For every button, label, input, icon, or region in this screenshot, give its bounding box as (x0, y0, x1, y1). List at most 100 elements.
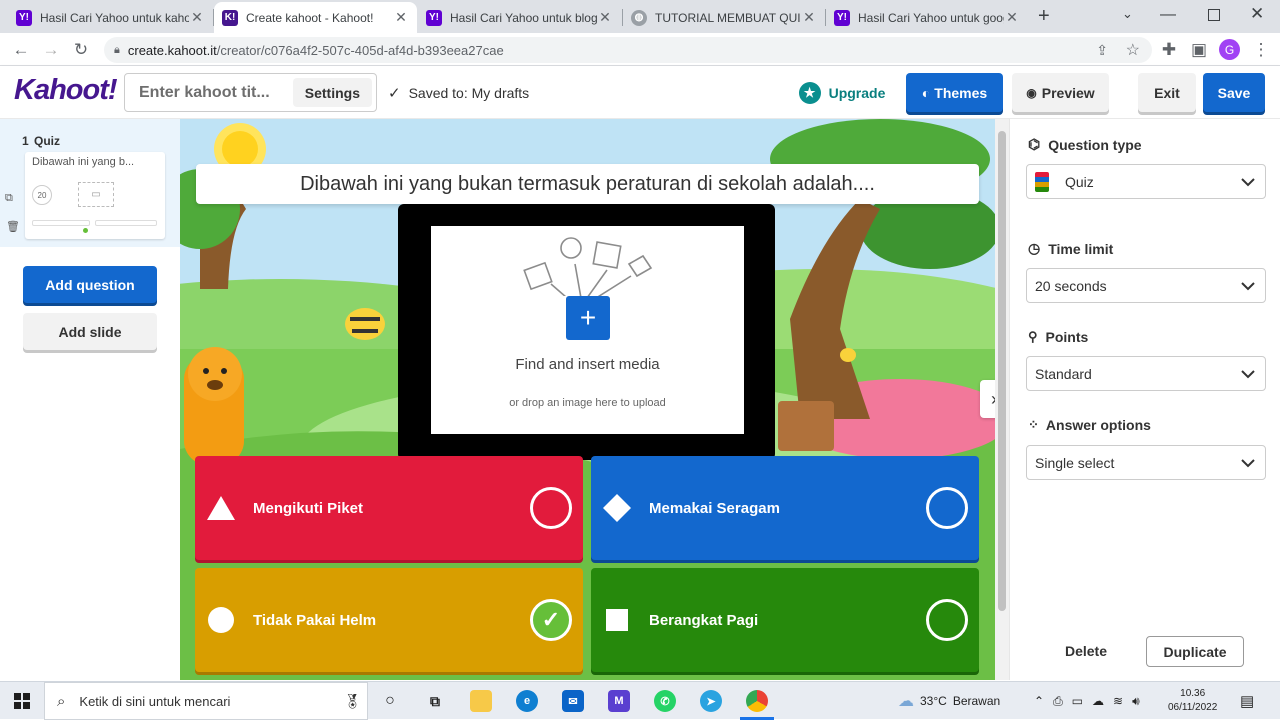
question-type-select[interactable]: Quiz (1026, 164, 1266, 199)
canvas-scrollbar[interactable] (995, 119, 1009, 680)
slide-preview-text: Dibawah ini yang b... (32, 156, 135, 168)
share-icon[interactable]: ⇪ (1096, 42, 1108, 59)
answer-option-3[interactable]: Tidak Pakai Helm ✓ (195, 568, 583, 672)
tab-title: Hasil Cari Yahoo untuk blog c (450, 10, 597, 25)
insert-media-plus-button[interactable]: + (566, 296, 610, 340)
answer-option-2[interactable]: Memakai Seragam (591, 456, 979, 560)
time-limit-label: Time limit (1048, 240, 1114, 257)
answer-option-1[interactable]: Mengikuti Piket (195, 456, 583, 560)
browser-tab-4[interactable]: ◍ TUTORIAL MEMBUAT QUIS C ✕ (623, 2, 825, 33)
square-icon (603, 606, 631, 634)
time-limit-value: 20 seconds (1035, 277, 1107, 294)
address-bar[interactable]: 🔒︎ create.kahoot.it/creator/c076a4f2-507… (104, 37, 1152, 63)
edge-icon[interactable]: e (516, 690, 538, 712)
browser-tab-1[interactable]: Y! Hasil Cari Yahoo untuk kahoot ✕ (8, 2, 213, 33)
close-tab-icon[interactable]: ✕ (801, 9, 817, 26)
cloud-sync-icon[interactable]: ☁ (1092, 694, 1104, 708)
volume-icon[interactable]: 🔊︎ (1132, 694, 1140, 709)
answer-text[interactable]: Berangkat Pagi (649, 612, 926, 629)
media-drop-zone[interactable]: + Find and insert media or drop an image… (431, 226, 744, 434)
tab-search-chevron-icon[interactable]: ⌄ (1122, 6, 1133, 22)
windows-taskbar: ⌕ Ketik di sini untuk mencari 🏅︎ ○ ⧉ e ✉… (0, 681, 1280, 720)
close-tab-icon[interactable]: ✕ (393, 9, 409, 26)
close-tab-icon[interactable]: ✕ (597, 9, 613, 26)
correct-toggle-checked[interactable]: ✓ (530, 599, 572, 641)
task-view-icon[interactable]: ⧉ (424, 690, 446, 712)
profile-avatar[interactable]: G (1219, 39, 1240, 60)
answer-text[interactable]: Tidak Pakai Helm (253, 612, 530, 629)
taskbar-search-box[interactable]: ⌕ Ketik di sini untuk mencari 🏅︎ (44, 682, 368, 720)
wifi-icon[interactable]: ≋ (1113, 694, 1123, 708)
file-explorer-icon[interactable] (470, 690, 492, 712)
kahoot-logo[interactable]: Kahoot! (14, 74, 118, 107)
battery-icon[interactable]: ▭ (1072, 694, 1083, 708)
correct-toggle[interactable] (926, 487, 968, 529)
correct-toggle[interactable] (926, 599, 968, 641)
close-tab-icon[interactable]: ✕ (1004, 9, 1020, 26)
extensions-puzzle-icon[interactable]: ✚ (1158, 39, 1180, 61)
restore-window-icon[interactable] (1208, 9, 1220, 21)
app-icon[interactable]: M (608, 690, 630, 712)
question-text-box[interactable]: Dibawah ini yang bukan termasuk peratura… (196, 164, 979, 204)
question-type-icon: ⌬ (1028, 136, 1041, 152)
answer-option-4[interactable]: Berangkat Pagi (591, 568, 979, 672)
side-panel-icon[interactable]: ▣ (1188, 39, 1210, 61)
preview-button[interactable]: ◉ Preview (1012, 73, 1109, 112)
whatsapp-icon[interactable]: ✆ (654, 690, 676, 712)
mail-icon[interactable]: ✉ (562, 690, 584, 712)
notifications-icon[interactable]: ▤ (1240, 682, 1254, 720)
windows-start-icon[interactable] (14, 693, 30, 709)
duplicate-slide-icon[interactable]: ⧉ (5, 192, 13, 205)
kahoot-title-input[interactable] (139, 83, 299, 102)
browser-tab-2[interactable]: K! Create kahoot - Kahoot! ✕ (214, 2, 417, 33)
minimize-window-icon[interactable]: — (1160, 6, 1176, 24)
cortana-icon[interactable]: ○ (379, 690, 401, 712)
checkmark-icon: ✓ (541, 607, 561, 632)
yahoo-icon: Y! (16, 9, 32, 26)
taskbar-search-placeholder: Ketik di sini untuk mencari (79, 693, 231, 709)
bookmark-star-icon[interactable]: ☆ (1126, 40, 1140, 60)
chrome-menu-icon[interactable]: ⋮ (1250, 39, 1272, 61)
close-tab-icon[interactable]: ✕ (189, 9, 205, 26)
reload-icon[interactable]: ↻ (70, 39, 92, 61)
add-slide-button[interactable]: Add slide (23, 313, 157, 350)
themes-button[interactable]: ◐ Themes (906, 73, 1003, 112)
correct-toggle[interactable] (530, 487, 572, 529)
palette-icon: ◐ (921, 84, 931, 101)
preview-label: Preview (1041, 84, 1095, 101)
answer-text[interactable]: Memakai Seragam (649, 500, 926, 517)
tab-title: Hasil Cari Yahoo untuk kahoot (40, 10, 189, 25)
answer-options-select[interactable]: Single select (1026, 445, 1266, 480)
back-arrow-icon[interactable]: ← (10, 39, 32, 61)
chrome-icon[interactable] (746, 690, 768, 712)
upgrade-button[interactable]: ★ Upgrade (790, 73, 894, 112)
time-limit-select[interactable]: 20 seconds (1026, 268, 1266, 303)
duplicate-button[interactable]: Duplicate (1146, 636, 1244, 667)
forward-arrow-icon[interactable]: → (40, 39, 62, 61)
new-tab-button[interactable]: + (1038, 5, 1050, 28)
settings-button[interactable]: Settings (292, 78, 372, 107)
chevron-right-icon[interactable]: › (980, 380, 995, 418)
circle-icon (207, 606, 235, 634)
slide-list-item[interactable]: 1 Quiz ⧉ 🗑︎ Dibawah ini yang b... 20 ▭ (0, 119, 180, 247)
answer-text[interactable]: Mengikuti Piket (253, 500, 530, 517)
meet-now-icon[interactable]: ⎙ (1053, 694, 1063, 709)
close-window-icon[interactable]: ✕ (1250, 4, 1264, 24)
save-button[interactable]: Save (1203, 73, 1265, 112)
browser-tab-strip: Y! Hasil Cari Yahoo untuk kahoot ✕ K! Cr… (0, 0, 1280, 33)
delete-slide-icon[interactable]: 🗑︎ (6, 220, 20, 233)
add-question-button[interactable]: Add question (23, 266, 157, 303)
exit-button[interactable]: Exit (1138, 73, 1196, 112)
browser-tab-3[interactable]: Y! Hasil Cari Yahoo untuk blog c ✕ (418, 2, 621, 33)
clock[interactable]: 10.36 06/11/2022 (1168, 682, 1217, 720)
points-select[interactable]: Standard (1026, 356, 1266, 391)
weather-widget[interactable]: ☁ 33°C Berawan (898, 682, 1000, 720)
browser-tab-5[interactable]: Y! Hasil Cari Yahoo untuk goog ✕ (826, 2, 1028, 33)
url-path: /creator/c076a4f2-507c-405d-af4d-b393eea… (216, 42, 504, 58)
triangle-icon (207, 494, 235, 522)
telegram-icon[interactable]: ➤ (700, 690, 722, 712)
delete-button[interactable]: Delete (1050, 637, 1122, 665)
scrollbar-thumb[interactable] (998, 131, 1006, 611)
tray-chevron-up-icon[interactable]: ⌃ (1034, 694, 1044, 708)
weather-temp: 33°C (920, 694, 947, 708)
